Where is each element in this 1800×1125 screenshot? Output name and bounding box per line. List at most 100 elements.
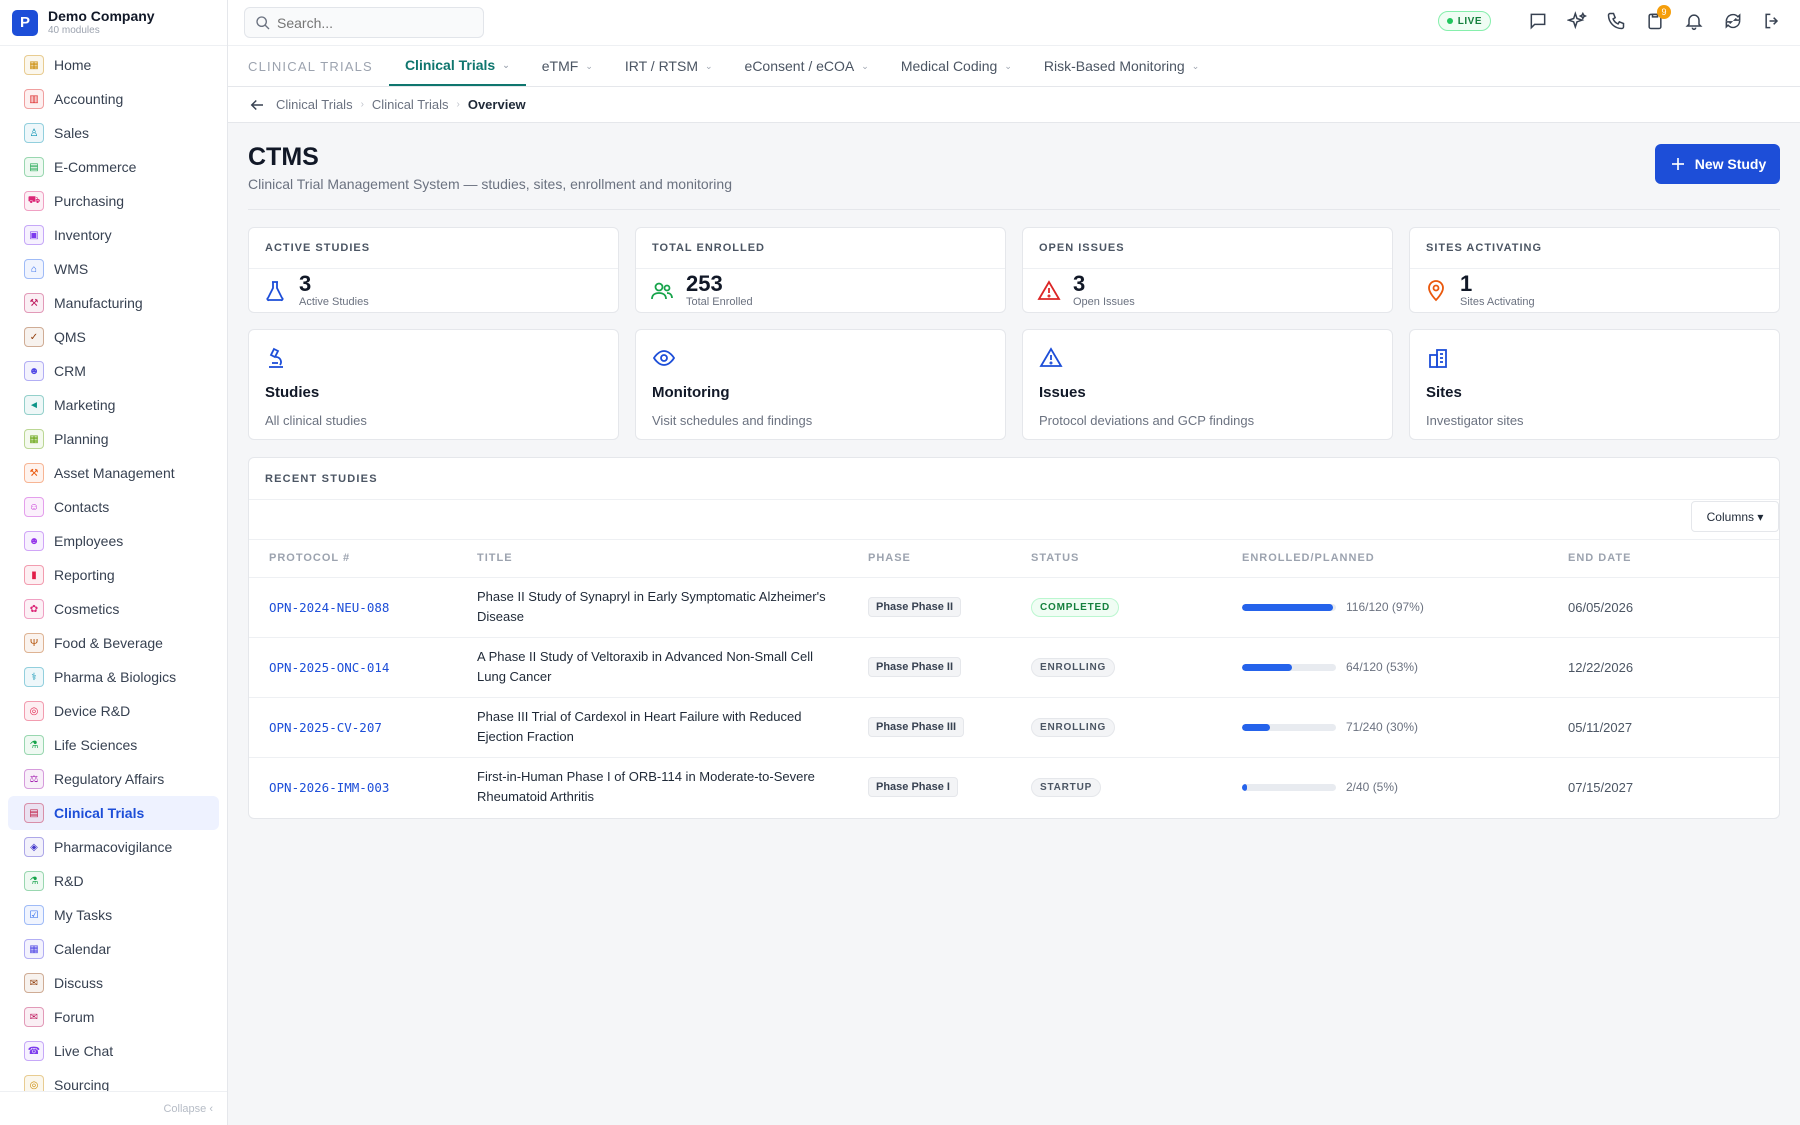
sidebar-item-qms[interactable]: ✓ QMS xyxy=(8,320,219,354)
sidebar-item-calendar[interactable]: ▦ Calendar xyxy=(8,932,219,966)
module-label: CLINICAL TRIALS xyxy=(248,58,373,74)
sidebar-item-e-commerce[interactable]: ▤ E-Commerce xyxy=(8,150,219,184)
protocol-link[interactable]: OPN-2024-NEU-088 xyxy=(269,600,389,615)
search-icon xyxy=(256,15,270,29)
sidebar-item-employees[interactable]: ☻ Employees xyxy=(8,524,219,558)
chevron-down-icon: ⌄ xyxy=(704,60,713,71)
enrollment-cell: 71/240 (30%) xyxy=(1242,697,1568,758)
collapse-button[interactable]: Collapse ‹ xyxy=(0,1091,227,1125)
column-header[interactable]: STATUS xyxy=(1031,540,1242,578)
sidebar-item-inventory[interactable]: ▣ Inventory xyxy=(8,218,219,252)
chip-icon: ◎ xyxy=(24,701,44,721)
sidebar-item-contacts[interactable]: ☺ Contacts xyxy=(8,490,219,524)
messages-icon[interactable] xyxy=(1526,9,1550,33)
sidebar-item-r-d[interactable]: ⚗ R&D xyxy=(8,864,219,898)
bell-icon[interactable] xyxy=(1682,9,1706,33)
breadcrumb-item[interactable]: Clinical Trials xyxy=(276,97,353,112)
sidebar-item-life-sciences[interactable]: ⚗ Life Sciences xyxy=(8,728,219,762)
quick-link-monitoring[interactable]: Monitoring Visit schedules and findings xyxy=(635,329,1006,440)
tab-etmf[interactable]: eTMF ⌄ xyxy=(526,46,609,86)
sidebar-item-label: Clinical Trials xyxy=(54,805,145,821)
protocol-cell: OPN-2026-IMM-003 xyxy=(249,757,477,817)
protocol-link[interactable]: OPN-2025-ONC-014 xyxy=(269,660,389,675)
sidebar-item-reporting[interactable]: ▮ Reporting xyxy=(8,558,219,592)
search-box[interactable] xyxy=(244,7,484,38)
tab-econsent-ecoa[interactable]: eConsent / eCOA ⌄ xyxy=(729,46,885,86)
logout-icon[interactable] xyxy=(1760,9,1784,33)
sidebar-item-device-r-d[interactable]: ◎ Device R&D xyxy=(8,694,219,728)
flask-icon: ♙ xyxy=(24,123,44,143)
sidebar-item-food-beverage[interactable]: Ψ Food & Beverage xyxy=(8,626,219,660)
new-study-button[interactable]: New Study xyxy=(1655,144,1780,184)
stat-text: 3 Open Issues xyxy=(1073,272,1135,310)
table-row[interactable]: OPN-2025-CV-207 Phase III Trial of Cardex… xyxy=(249,697,1779,758)
scale-icon: ⚖ xyxy=(24,769,44,789)
sidebar-item-pharmacovigilance[interactable]: ◈ Pharmacovigilance xyxy=(8,830,219,864)
sidebar-item-label: WMS xyxy=(54,261,89,277)
protocol-link[interactable]: OPN-2026-IMM-003 xyxy=(269,780,389,795)
progress-track xyxy=(1242,663,1336,671)
chat-icon: ✉ xyxy=(24,973,44,993)
sidebar-item-label: Regulatory Affairs xyxy=(54,771,165,787)
sidebar-item-my-tasks[interactable]: ☑ My Tasks xyxy=(8,898,219,932)
phone-icon[interactable] xyxy=(1604,9,1628,33)
quick-link-issues[interactable]: Issues Protocol deviations and GCP findin… xyxy=(1022,329,1393,440)
table-row[interactable]: OPN-2026-IMM-003 First-in-Human Phase I o… xyxy=(249,757,1779,817)
sidebar-item-label: Cosmetics xyxy=(54,601,120,617)
sidebar-item-discuss[interactable]: ✉ Discuss xyxy=(8,966,219,1000)
table-row[interactable]: OPN-2025-ONC-014 A Phase II Study of Velt… xyxy=(249,637,1779,698)
protocol-link[interactable]: OPN-2025-CV-207 xyxy=(269,720,382,735)
clipboard-tasks-icon[interactable]: 9 xyxy=(1643,5,1671,33)
sidebar-item-manufacturing[interactable]: ⚒ Manufacturing xyxy=(8,286,219,320)
grid-icon: ▦ xyxy=(24,55,44,75)
sidebar-item-label: Calendar xyxy=(54,941,111,957)
sidebar-item-asset-management[interactable]: ⚒ Asset Management xyxy=(8,456,219,490)
refresh-icon[interactable] xyxy=(1721,9,1745,33)
end-date-cell: 12/22/2026 xyxy=(1568,637,1779,698)
sidebar-item-planning[interactable]: ▦ Planning xyxy=(8,422,219,456)
table-row[interactable]: OPN-2024-NEU-088 Phase II Study of Synapr… xyxy=(249,577,1779,638)
tab-risk-based-monitoring[interactable]: Risk-Based Monitoring ⌄ xyxy=(1028,46,1215,86)
quick-link-studies[interactable]: Studies All clinical studies xyxy=(248,329,619,440)
company-switcher[interactable]: P Demo Company 40 modules xyxy=(0,0,227,46)
sidebar-item-label: R&D xyxy=(54,873,84,889)
sidebar-item-label: Marketing xyxy=(54,397,116,413)
columns-button[interactable]: Columns ▾ xyxy=(1691,501,1779,532)
sidebar-item-wms[interactable]: ⌂ WMS xyxy=(8,252,219,286)
card-title: Studies xyxy=(265,384,320,401)
back-arrow-icon[interactable] xyxy=(248,96,266,114)
sidebar-item-sales[interactable]: ♙ Sales xyxy=(8,116,219,150)
column-header[interactable]: PROTOCOL # xyxy=(249,540,477,578)
sidebar-item-clinical-trials[interactable]: ▤ Clinical Trials xyxy=(8,796,219,830)
breadcrumb-item[interactable]: Clinical Trials xyxy=(372,97,449,112)
tab-clinical-trials[interactable]: Clinical Trials ⌄ xyxy=(388,46,526,86)
ai-sparkle-icon[interactable] xyxy=(1565,9,1589,33)
sidebar-item-regulatory-affairs[interactable]: ⚖ Regulatory Affairs xyxy=(8,762,219,796)
phase-chip: Phase Phase III xyxy=(868,717,965,737)
end-date: 06/05/2026 xyxy=(1568,599,1634,615)
sidebar-item-pharma-biologics[interactable]: ⚕ Pharma & Biologics xyxy=(8,660,219,694)
module-tab-bar: CLINICAL TRIALS Clinical Trials ⌄ eTMF ⌄ IRT… xyxy=(228,46,1800,87)
sidebar-item-marketing[interactable]: ◄ Marketing xyxy=(8,388,219,422)
column-header[interactable]: TITLE xyxy=(477,540,868,578)
column-header[interactable]: ENROLLED/PLANNED xyxy=(1242,540,1568,578)
sidebar-item-live-chat[interactable]: ☎ Live Chat xyxy=(8,1034,219,1068)
sidebar-item-forum[interactable]: ✉ Forum xyxy=(8,1000,219,1034)
sidebar-item-cosmetics[interactable]: ✿ Cosmetics xyxy=(8,592,219,626)
sidebar-item-purchasing[interactable]: ⛟ Purchasing xyxy=(8,184,219,218)
sidebar-item-home[interactable]: ▦ Home xyxy=(8,48,219,82)
column-header[interactable]: PHASE xyxy=(868,540,1031,578)
column-header[interactable]: END DATE xyxy=(1568,540,1779,578)
card-description: Visit schedules and findings xyxy=(652,413,813,428)
sidebar-item-label: QMS xyxy=(54,329,86,345)
live-dot xyxy=(1446,18,1453,24)
sidebar-item-crm[interactable]: ☻ CRM xyxy=(8,354,219,388)
stat-label: Sites Activating xyxy=(1460,295,1535,308)
study-title: First-in-Human Phase I of ORB-114 in Mod… xyxy=(477,769,815,805)
tab-irt-rtsm[interactable]: IRT / RTSM ⌄ xyxy=(609,46,729,86)
sidebar-item-label: Pharmacovigilance xyxy=(54,839,173,855)
search-input[interactable] xyxy=(277,14,467,31)
tab-medical-coding[interactable]: Medical Coding ⌄ xyxy=(885,46,1028,86)
quick-link-sites[interactable]: Sites Investigator sites xyxy=(1409,329,1780,440)
sidebar-item-accounting[interactable]: ▥ Accounting xyxy=(8,82,219,116)
